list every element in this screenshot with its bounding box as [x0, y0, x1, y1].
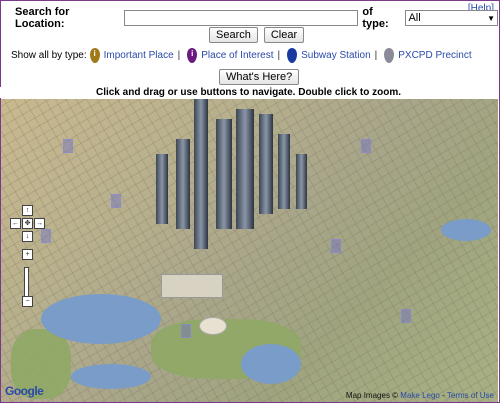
clear-button[interactable]: Clear: [263, 27, 305, 43]
lake: [71, 364, 151, 389]
show-all-label: Show all by type:: [11, 50, 87, 61]
filter-important-place[interactable]: Important Place: [104, 50, 174, 61]
map-label-marker: [401, 309, 411, 323]
tower: [259, 114, 273, 214]
map-label-marker: [361, 139, 371, 153]
lake: [241, 344, 301, 384]
map-label-marker: [111, 194, 121, 208]
zoom-in-button[interactable]: +: [22, 249, 33, 260]
filter-place-of-interest[interactable]: Place of Interest: [201, 50, 273, 61]
map-canvas[interactable]: ↑ ← ✥ → ↓ + − Google Map Images © Make L…: [1, 99, 498, 402]
map-label-marker: [41, 229, 51, 243]
type-label: of type:: [362, 6, 389, 30]
map-label-marker: [181, 324, 191, 338]
separator: |: [177, 50, 181, 61]
search-row: Search for Location: of type: All ▼: [15, 6, 498, 30]
separator: |: [277, 50, 281, 61]
whats-here-button[interactable]: What's Here?: [219, 69, 300, 85]
tower: [176, 139, 190, 229]
chevron-down-icon: ▼: [487, 13, 495, 23]
purple-pin-icon: i: [187, 48, 198, 63]
map-footer: Map Images © Make Lego - Terms of Use: [346, 391, 494, 400]
gold-pin-icon: i: [89, 48, 100, 63]
filter-subway-station[interactable]: Subway Station: [301, 50, 371, 61]
separator: |: [374, 50, 378, 61]
plaza: [161, 274, 223, 298]
type-select-value: All: [408, 12, 421, 24]
map-label-marker: [63, 139, 73, 153]
footer-separator: -: [442, 391, 445, 400]
pan-right-button[interactable]: →: [34, 218, 45, 229]
tower: [278, 134, 290, 209]
zoom-out-button[interactable]: −: [22, 296, 33, 307]
make-lego-link[interactable]: Make Lego: [400, 391, 440, 400]
tower: [296, 154, 307, 209]
map-label-marker: [331, 239, 341, 253]
pan-up-button[interactable]: ↑: [22, 205, 33, 216]
navigation-instruction: Click and drag or use buttons to navigat…: [0, 87, 497, 98]
zoom-slider[interactable]: [24, 267, 29, 299]
tower: [156, 154, 168, 224]
pan-left-button[interactable]: ←: [10, 218, 21, 229]
search-buttons: Search Clear: [209, 27, 305, 43]
lake: [41, 294, 161, 344]
google-logo: Google: [5, 384, 44, 398]
search-label: Search for Location:: [15, 6, 70, 30]
terms-of-use-link[interactable]: Terms of Use: [447, 391, 494, 400]
center-button[interactable]: ✥: [22, 218, 33, 229]
filter-pxcpd-precinct[interactable]: PXCPD Precinct: [398, 50, 471, 61]
pan-down-button[interactable]: ↓: [22, 231, 33, 242]
gray-pin-icon: [384, 48, 395, 63]
search-panel: [Help] Search for Location: of type: All…: [1, 1, 498, 96]
tower: [216, 119, 232, 229]
blue-pin-icon: [287, 48, 298, 63]
tower: [194, 99, 208, 249]
search-input[interactable]: [124, 10, 359, 26]
footer-prefix: Map Images ©: [345, 391, 399, 400]
circle-plaza: [199, 317, 227, 335]
type-select[interactable]: All ▼: [405, 10, 498, 26]
search-button[interactable]: Search: [209, 27, 258, 43]
show-all-row: Show all by type: i Important Place | i …: [11, 48, 472, 63]
tower: [236, 109, 254, 229]
pond: [441, 219, 491, 241]
